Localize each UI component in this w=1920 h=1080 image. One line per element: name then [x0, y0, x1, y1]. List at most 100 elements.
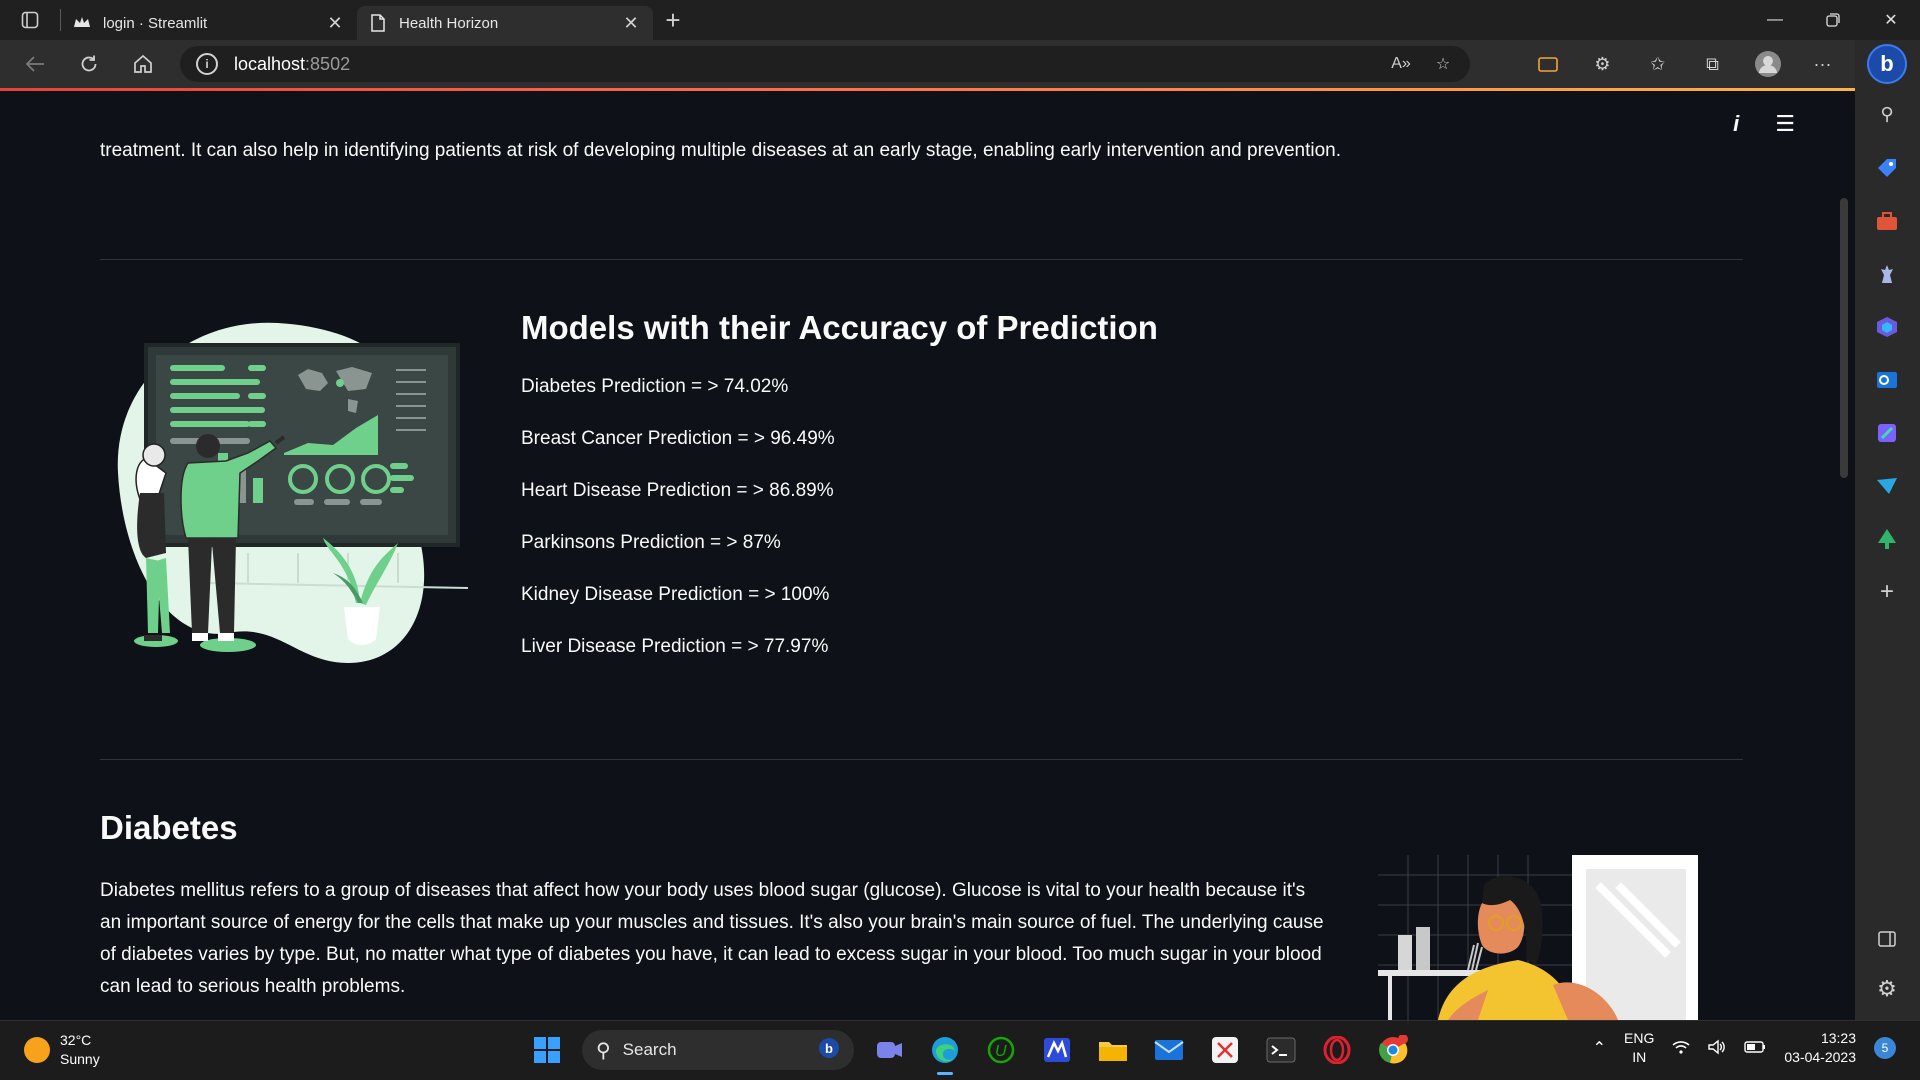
file-explorer-icon[interactable] [1092, 1029, 1134, 1071]
streamlit-crown-icon [73, 14, 91, 32]
lang-line2: IN [1632, 1049, 1647, 1065]
clock[interactable]: 13:23 03-04-2023 [1784, 1029, 1856, 1067]
tab-title: login · Streamlit [103, 14, 208, 32]
back-arrow-icon[interactable] [8, 40, 62, 88]
microsoft365-icon[interactable] [1873, 313, 1901, 341]
home-icon[interactable] [116, 40, 170, 88]
windows-taskbar: 32°C Sunny ⚲ Search b U ⌃ ENG IN 13:23 0… [0, 1020, 1920, 1080]
weather-temp: 32°C [60, 1032, 92, 1048]
svg-text:U: U [995, 1043, 1007, 1060]
volume-icon[interactable] [1708, 1039, 1726, 1058]
browser-tabbar: login · Streamlit ✕ Health Horizon ✕ + —… [0, 0, 1920, 40]
tab-title: Health Horizon [399, 14, 499, 32]
divider [100, 759, 1743, 760]
edge-browser-icon[interactable] [924, 1029, 966, 1075]
terminal-icon[interactable] [1260, 1029, 1302, 1071]
intro-paragraph: treatment. It can also help in identifyi… [100, 140, 1342, 161]
settings-gear-icon[interactable]: ⚙ [1873, 975, 1901, 1003]
model-heart-disease: Heart Disease Prediction = > 86.89% [521, 480, 834, 501]
battery-icon[interactable] [1744, 1040, 1766, 1056]
close-icon[interactable]: ✕ [325, 13, 345, 33]
streamlit-toolbar: i ☰ [1733, 111, 1795, 137]
outlook-icon[interactable] [1873, 366, 1901, 394]
tab-health-horizon[interactable]: Health Horizon ✕ [357, 6, 653, 40]
hamburger-menu-icon[interactable]: ☰ [1775, 111, 1795, 137]
address-bar[interactable]: i localhost:8502 A» ☆ [180, 46, 1470, 82]
language-indicator[interactable]: ENG IN [1624, 1029, 1654, 1067]
lang-line1: ENG [1624, 1030, 1655, 1046]
teams-icon[interactable] [868, 1029, 910, 1071]
games-icon[interactable] [1873, 260, 1901, 288]
search-icon[interactable]: ⚲ [1873, 100, 1901, 128]
divider [100, 259, 1743, 260]
profile-avatar[interactable] [1740, 40, 1795, 88]
edge-sidebar: b ⚲ + ⚙ [1855, 40, 1920, 1020]
collections-icon[interactable]: ⧉ [1685, 40, 1740, 88]
more-menu-icon[interactable]: ··· [1795, 40, 1850, 88]
opera-icon[interactable] [1316, 1029, 1358, 1071]
wallet-icon[interactable] [1520, 40, 1575, 88]
chrome-icon[interactable] [1372, 1029, 1414, 1071]
notification-badge[interactable]: 5 [1874, 1037, 1896, 1059]
model-kidney-disease: Kidney Disease Prediction = > 100% [521, 584, 830, 605]
models-title: Models with their Accuracy of Prediction [521, 309, 1158, 346]
taskbar-apps: ⚲ Search b U [526, 1029, 1414, 1075]
windows-start-icon[interactable] [526, 1029, 568, 1071]
read-aloud-icon[interactable]: A» [1386, 49, 1416, 79]
tree-icon[interactable] [1873, 525, 1901, 553]
site-info-icon[interactable]: i [196, 53, 218, 75]
sidebar-toggle-icon[interactable] [1873, 925, 1901, 953]
app-icon[interactable] [1036, 1029, 1078, 1071]
designer-icon[interactable] [1873, 419, 1901, 447]
model-accuracy-list: Diabetes Prediction = > 74.02% Breast Ca… [521, 375, 835, 687]
toolbar-icons: ⚙ ✩ ⧉ ··· [1520, 40, 1850, 88]
url-host: localhost [234, 53, 306, 74]
extensions-icon[interactable]: ⚙ [1575, 40, 1630, 88]
search-icon: ⚲ [596, 1039, 611, 1062]
diabetes-heading: Diabetes [100, 809, 238, 846]
tab-actions-icon[interactable] [0, 0, 60, 40]
snipping-tool-icon[interactable] [1204, 1029, 1246, 1071]
time: 13:23 [1820, 1030, 1856, 1046]
taskbar-search[interactable]: ⚲ Search b [582, 1030, 854, 1070]
streamlit-page: i ☰ treatment. It can also help in ident… [0, 91, 1855, 1020]
bing-icon[interactable]: b [1867, 44, 1907, 84]
date: 03-04-2023 [1784, 1049, 1856, 1065]
model-liver-disease: Liver Disease Prediction = > 77.97% [521, 636, 829, 657]
svg-text:b: b [825, 1041, 833, 1056]
scrollbar[interactable] [1840, 198, 1848, 478]
browser-toolbar: i localhost:8502 A» ☆ ⚙ ✩ ⧉ ··· [0, 40, 1920, 88]
new-tab-button[interactable]: + [653, 0, 693, 40]
bing-icon: b [818, 1037, 840, 1064]
diabetes-paragraph: Diabetes mellitus refers to a group of d… [100, 880, 1324, 997]
system-tray: ⌃ ENG IN 13:23 03-04-2023 5 [1593, 1029, 1896, 1067]
refresh-icon[interactable] [62, 40, 116, 88]
page-icon [369, 14, 387, 32]
add-favorite-icon[interactable]: ☆ [1428, 49, 1458, 79]
woman-illustration [1378, 855, 1698, 1020]
wifi-icon[interactable] [1672, 1040, 1690, 1057]
info-icon[interactable]: i [1733, 111, 1739, 137]
sun-icon [24, 1037, 50, 1063]
close-icon[interactable]: ✕ [621, 13, 641, 33]
model-diabetes: Diabetes Prediction = > 74.02% [521, 376, 789, 397]
minimize-icon[interactable]: — [1746, 0, 1804, 40]
tab-login-streamlit[interactable]: login · Streamlit ✕ [61, 6, 357, 40]
restore-icon[interactable] [1804, 0, 1862, 40]
shopping-tag-icon[interactable] [1873, 154, 1901, 182]
chevron-up-icon[interactable]: ⌃ [1593, 1038, 1606, 1058]
search-label: Search [622, 1040, 677, 1059]
weather-widget[interactable]: 32°C Sunny [24, 1031, 100, 1069]
model-breast-cancer: Breast Cancer Prediction = > 96.49% [521, 428, 835, 449]
upwork-icon[interactable]: U [980, 1029, 1022, 1071]
send-icon[interactable] [1873, 472, 1901, 500]
model-parkinsons: Parkinsons Prediction = > 87% [521, 532, 781, 553]
tools-icon[interactable] [1873, 207, 1901, 235]
weather-condition: Sunny [60, 1051, 100, 1067]
close-window-icon[interactable]: ✕ [1862, 0, 1920, 40]
mail-icon[interactable] [1148, 1029, 1190, 1071]
url-port: :8502 [305, 53, 351, 74]
window-controls: — ✕ [1746, 0, 1920, 40]
favorites-icon[interactable]: ✩ [1630, 40, 1685, 88]
add-icon[interactable]: + [1873, 578, 1901, 606]
